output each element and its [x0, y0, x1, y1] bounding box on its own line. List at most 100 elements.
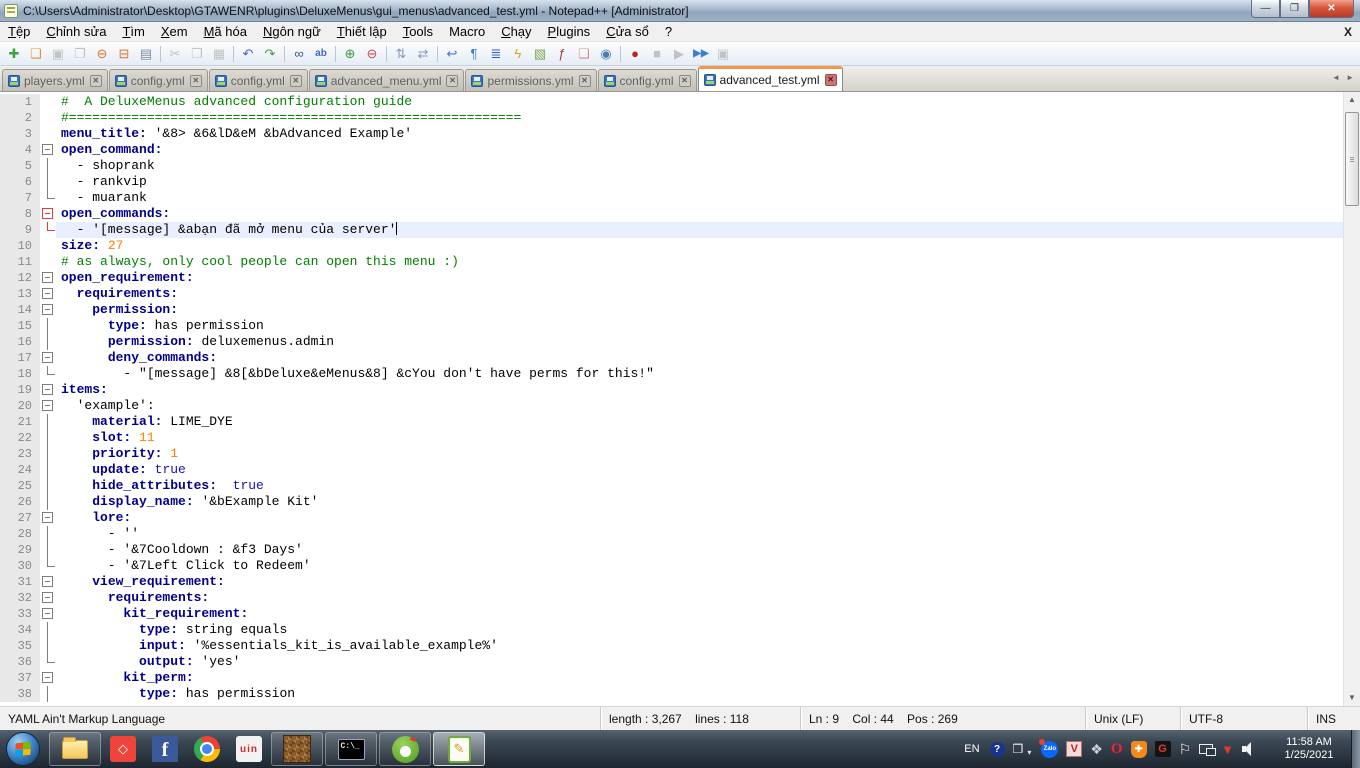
code-line[interactable]: 28 - '' — [0, 526, 1343, 542]
fold-margin[interactable] — [40, 142, 56, 158]
taskbar-explorer[interactable] — [49, 732, 101, 766]
tab-players.yml[interactable]: players.yml ✕ — [2, 69, 108, 91]
code-line[interactable]: 2 #======================================… — [0, 110, 1343, 126]
show-all-chars-icon[interactable]: ¶ — [463, 44, 485, 64]
code-line[interactable]: 34 type: string equals — [0, 622, 1343, 638]
folder-workspace-icon[interactable]: ❏ — [573, 44, 595, 64]
menu-item[interactable]: Plugins — [540, 23, 599, 40]
tray-expand-icon[interactable]: ▾ — [1027, 748, 1031, 757]
record-macro-icon[interactable]: ● — [624, 44, 646, 64]
editor-pane[interactable]: 1 # A DeluxeMenus advanced configuration … — [0, 92, 1360, 706]
code-line[interactable]: 16 permission: deluxemenus.admin — [0, 334, 1343, 350]
code-line[interactable]: 25 hide_attributes: true — [0, 478, 1343, 494]
menu-item[interactable]: Chỉnh sửa — [38, 23, 114, 40]
code-line[interactable]: 22 slot: 11 — [0, 430, 1343, 446]
minimize-button[interactable]: — — [1251, 0, 1280, 18]
menu-item[interactable]: Mã hóa — [196, 23, 255, 40]
tab-advanced_test.yml[interactable]: advanced_test.yml ✕ — [697, 66, 843, 91]
fold-margin[interactable] — [40, 398, 56, 414]
taskbar-chrome[interactable] — [187, 732, 227, 766]
opera-tray-icon[interactable]: O — [1111, 741, 1123, 758]
code-line[interactable]: 9 - '[message] &abạn đã mở menu của serv… — [0, 222, 1343, 238]
tab-scroll-arrows-icon[interactable]: ◄ ► — [1332, 73, 1356, 82]
open-file-icon[interactable]: ❏ — [25, 44, 47, 64]
zalo-tray-icon[interactable]: Zalo — [1039, 738, 1059, 758]
taskbar-minecraft[interactable] — [271, 732, 323, 766]
function-list-icon[interactable]: ƒ — [551, 44, 573, 64]
code-line[interactable]: 36 output: 'yes' — [0, 654, 1343, 670]
fold-margin[interactable] — [40, 510, 56, 526]
replace-icon[interactable]: ab — [310, 44, 332, 64]
code-line[interactable]: 8 open_commands: — [0, 206, 1343, 222]
multi-play-macro-icon[interactable]: ▶▶ — [690, 44, 712, 64]
tab-close-icon[interactable]: ✕ — [189, 74, 202, 87]
fold-margin[interactable] — [40, 270, 56, 286]
code-line[interactable]: 26 display_name: '&bExample Kit' — [0, 494, 1343, 510]
tab-config.yml[interactable]: config.yml ✕ — [208, 69, 308, 91]
tab-close-icon[interactable]: ✕ — [824, 74, 837, 86]
fold-margin[interactable] — [40, 670, 56, 686]
menu-item[interactable]: Macro — [441, 23, 493, 40]
code-line[interactable]: 14 permission: — [0, 302, 1343, 318]
code-line[interactable]: 21 material: LIME_DYE — [0, 414, 1343, 430]
code-line[interactable]: 20 'example': — [0, 398, 1343, 414]
tray-window-icon[interactable]: ❒ — [1013, 742, 1024, 756]
language-indicator[interactable]: EN — [958, 743, 985, 755]
close-doc-icon[interactable]: ⊖ — [91, 44, 113, 64]
menu-item[interactable]: Thiết lập — [329, 23, 395, 40]
menu-item[interactable]: Tìm — [114, 23, 152, 40]
print-icon[interactable]: ▤ — [135, 44, 157, 64]
code-line[interactable]: 3 menu_title: '&8> &6&lD&eM &bAdvanced Ex… — [0, 126, 1343, 142]
redo-icon[interactable]: ↷ — [259, 44, 281, 64]
garena-tray-icon[interactable]: G — [1154, 741, 1171, 757]
code-line[interactable]: 29 - '&7Cooldown : &f3 Days' — [0, 542, 1343, 558]
fold-margin[interactable] — [40, 382, 56, 398]
code-line[interactable]: 23 priority: 1 — [0, 446, 1343, 462]
restore-button[interactable]: ❐ — [1280, 0, 1309, 18]
code-line[interactable]: 15 type: has permission — [0, 318, 1343, 334]
taskbar-unikey[interactable]: uin — [229, 732, 269, 766]
code-line[interactable]: 31 view_requirement: — [0, 574, 1343, 590]
code-line[interactable]: 27 lore: — [0, 510, 1343, 526]
menu-close-document-icon[interactable]: X — [1344, 25, 1352, 39]
fold-margin[interactable] — [40, 302, 56, 318]
fold-margin[interactable] — [40, 606, 56, 622]
code-line[interactable]: 12 open_requirement: — [0, 270, 1343, 286]
menu-item[interactable]: Cửa sổ — [598, 23, 657, 40]
code-line[interactable]: 18 - "[message] &8[&bDeluxe&eMenus&8] &c… — [0, 366, 1343, 382]
tab-close-icon[interactable]: ✕ — [446, 74, 459, 87]
scrollbar-thumb[interactable] — [1345, 112, 1359, 206]
action-center-flag-icon[interactable]: ⚐ — [1179, 741, 1192, 758]
menu-item[interactable]: Tệp — [0, 23, 38, 40]
network-tray-icon[interactable] — [1199, 744, 1217, 756]
taskbar-clock[interactable]: 11:58 AM 1/25/2021 — [1270, 730, 1348, 768]
code-line[interactable]: 6 - rankvip — [0, 174, 1343, 190]
dropbox-tray-icon[interactable]: ❖ — [1090, 741, 1103, 758]
help-tray-icon[interactable]: ? — [989, 741, 1005, 757]
tab-permissions.yml[interactable]: permissions.yml ✕ — [465, 69, 597, 91]
menu-item[interactable]: ? — [657, 23, 680, 40]
close-button[interactable]: ✕ — [1309, 0, 1354, 18]
menu-item[interactable]: Xem — [153, 23, 196, 40]
indent-guide-icon[interactable]: ≣ — [485, 44, 507, 64]
scroll-up-icon[interactable]: ▲ — [1344, 92, 1360, 108]
code-line[interactable]: 35 input: '%essentials_kit_is_available_… — [0, 638, 1343, 654]
taskbar-coccoc[interactable] — [379, 732, 431, 766]
sync-vertical-icon[interactable]: ⇅ — [390, 44, 412, 64]
fold-margin[interactable] — [40, 206, 56, 222]
code-line[interactable]: 13 requirements: — [0, 286, 1343, 302]
fold-margin[interactable] — [40, 350, 56, 366]
close-all-docs-icon[interactable]: ⊟ — [113, 44, 135, 64]
tab-config.yml[interactable]: config.yml ✕ — [108, 69, 208, 91]
scroll-down-icon[interactable]: ▼ — [1344, 690, 1360, 706]
code-line[interactable]: 4 open_command: — [0, 142, 1343, 158]
taskbar-notepadpp[interactable] — [433, 732, 485, 766]
code-line[interactable]: 10 size: 27 — [0, 238, 1343, 254]
start-button[interactable] — [6, 732, 40, 766]
word-wrap-icon[interactable]: ↩ — [441, 44, 463, 64]
find-icon[interactable]: ∞ — [288, 44, 310, 64]
zoom-out-icon[interactable]: ⊖ — [361, 44, 383, 64]
code-line[interactable]: 32 requirements: — [0, 590, 1343, 606]
zoom-in-icon[interactable]: ⊕ — [339, 44, 361, 64]
tab-config.yml[interactable]: config.yml ✕ — [597, 69, 697, 91]
